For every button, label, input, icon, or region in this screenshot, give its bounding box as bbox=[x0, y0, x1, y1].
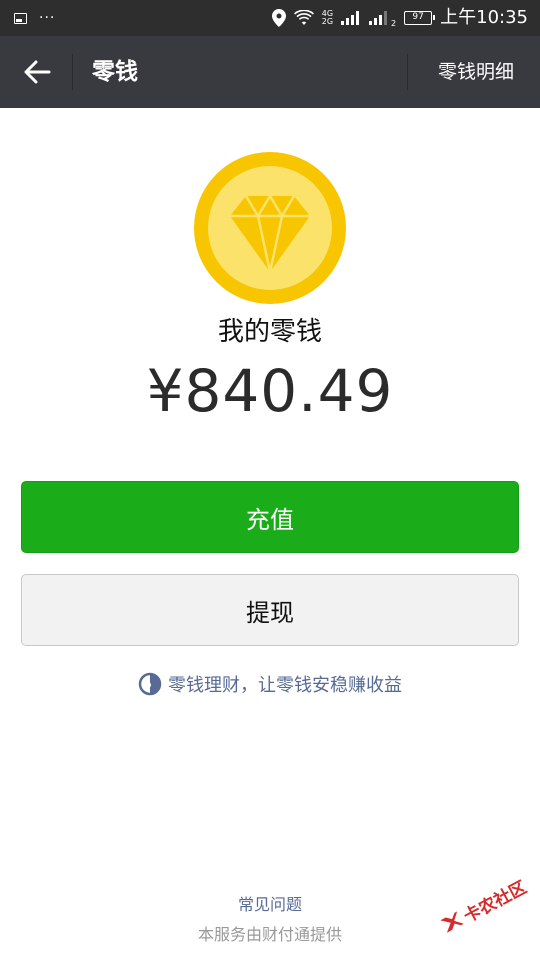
more-notifications-indicator: ··· bbox=[39, 10, 56, 26]
wealth-icon bbox=[138, 672, 162, 696]
network-type-bottom: 2G bbox=[321, 17, 334, 26]
diamond-coin-icon bbox=[194, 152, 346, 304]
status-right: 4G 2G 2 97 上午10:35 bbox=[271, 0, 528, 36]
wealth-promo-link[interactable]: 零钱理财，让零钱安稳赚收益 bbox=[0, 668, 540, 700]
top-up-button[interactable]: 充值 bbox=[21, 481, 519, 553]
battery-icon: 97 bbox=[404, 11, 436, 25]
signal-icon bbox=[341, 11, 360, 25]
action-bar-divider bbox=[72, 54, 73, 90]
arrow-left-icon bbox=[24, 60, 51, 84]
back-button[interactable] bbox=[12, 36, 62, 108]
status-left: ··· bbox=[14, 0, 55, 36]
withdraw-button[interactable]: 提现 bbox=[21, 574, 519, 646]
image-notification-icon bbox=[14, 12, 27, 24]
wifi-icon bbox=[293, 10, 314, 25]
action-bar-divider bbox=[407, 54, 408, 90]
status-time: 上午10:35 bbox=[440, 7, 528, 28]
signal-sim2-icon bbox=[369, 11, 388, 25]
action-bar: 零钱 零钱明细 bbox=[0, 36, 540, 108]
watermark-text: 卡农社区 bbox=[460, 877, 530, 927]
balance-amount: ¥840.49 bbox=[146, 357, 394, 425]
network-type: 4G 2G bbox=[322, 10, 333, 26]
sim2-label: 2 bbox=[391, 18, 397, 28]
balance-detail-link[interactable]: 零钱明细 bbox=[438, 36, 514, 108]
wealth-promo-text: 零钱理财，让零钱安稳赚收益 bbox=[168, 675, 402, 696]
status-bar: ··· 4G 2G 2 97 上午10:35 bbox=[0, 0, 540, 36]
page-title: 零钱 bbox=[92, 59, 138, 85]
location-icon bbox=[271, 9, 286, 27]
wallet-label: 我的零钱 bbox=[217, 317, 322, 347]
